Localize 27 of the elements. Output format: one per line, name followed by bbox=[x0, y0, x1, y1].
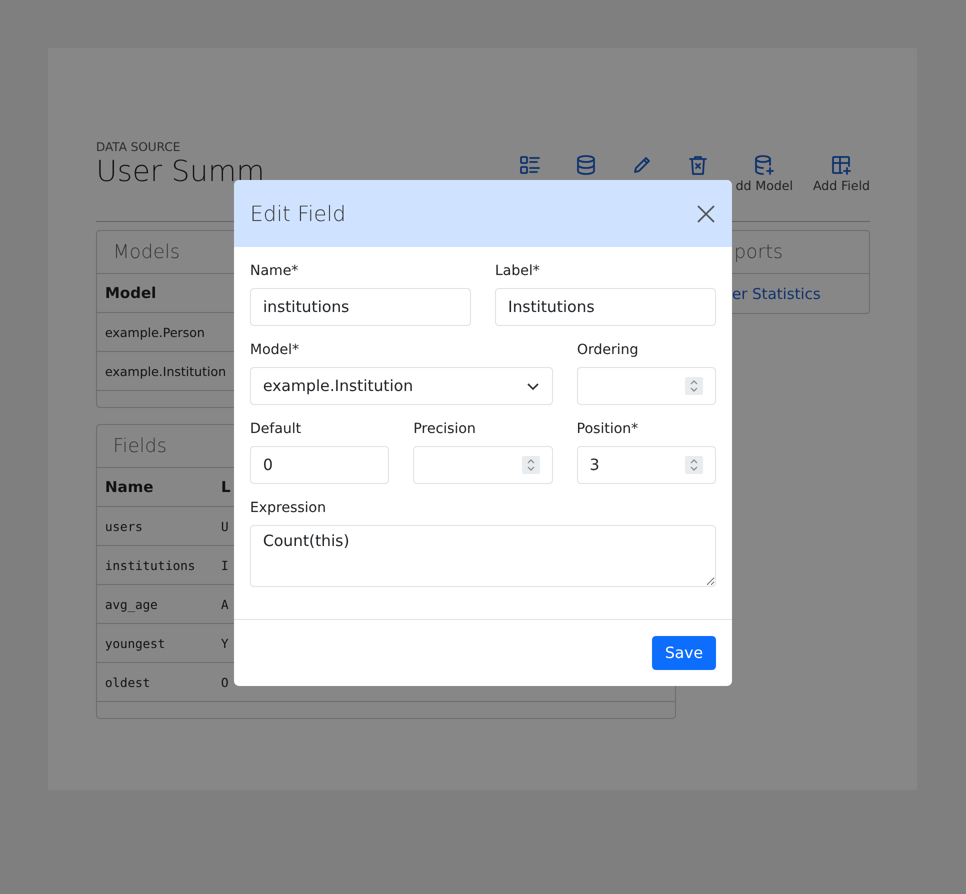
toolbar-button[interactable]: Add Field bbox=[812, 154, 870, 193]
spinner-icon[interactable] bbox=[684, 456, 703, 474]
database-plus-icon bbox=[753, 154, 776, 176]
table-cell: oldest bbox=[97, 662, 213, 702]
column-header: Name bbox=[97, 468, 213, 506]
spinner-icon[interactable] bbox=[522, 456, 540, 474]
expression-field[interactable]: Count(this) bbox=[250, 525, 716, 587]
field-label: Expression bbox=[250, 500, 327, 516]
table-cell: youngest bbox=[97, 624, 213, 662]
number-field[interactable]: 3 bbox=[576, 446, 716, 484]
text-field[interactable]: institutions bbox=[250, 288, 471, 326]
text-field[interactable]: Institutions bbox=[495, 288, 716, 326]
select-field[interactable]: example.Institution bbox=[250, 367, 553, 405]
text-field[interactable]: 0 bbox=[250, 446, 390, 484]
save-button[interactable]: Save bbox=[652, 636, 716, 670]
close-icon[interactable] bbox=[696, 204, 716, 224]
table-cell: avg_age bbox=[97, 584, 213, 624]
number-field[interactable] bbox=[577, 367, 716, 405]
toolbar-button[interactable]: dd Model bbox=[736, 154, 793, 193]
section-label: DATA SOURCE bbox=[96, 140, 182, 154]
table-plus-icon bbox=[830, 154, 852, 176]
table-cell: institutions bbox=[97, 546, 213, 584]
spinner-icon[interactable] bbox=[685, 377, 703, 395]
dialog-title: Edit Field bbox=[250, 202, 346, 226]
page-title: User Summ bbox=[96, 154, 265, 188]
number-field[interactable] bbox=[413, 446, 553, 484]
table-cell: users bbox=[97, 506, 213, 546]
